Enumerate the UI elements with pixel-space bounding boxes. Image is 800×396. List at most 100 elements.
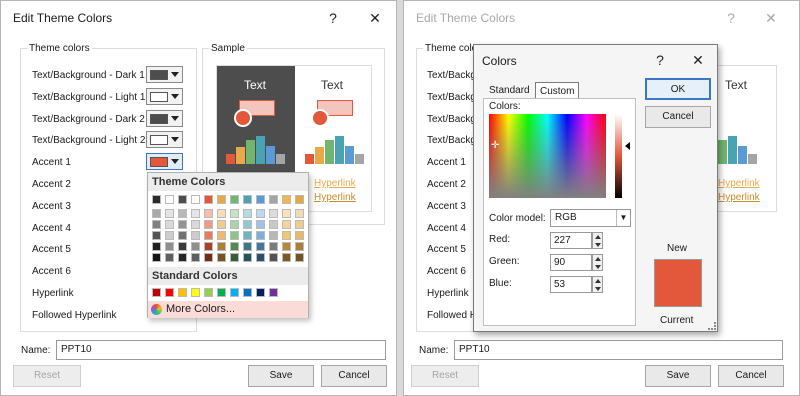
- color-picker-button[interactable]: [146, 131, 183, 148]
- theme-color-shade-cell[interactable]: [217, 231, 226, 240]
- theme-color-shade-cell[interactable]: [243, 220, 252, 229]
- theme-color-shade-cell[interactable]: [152, 242, 161, 251]
- theme-color-shade-cell[interactable]: [152, 209, 161, 218]
- standard-color-cell[interactable]: [217, 288, 226, 297]
- theme-color-shade-cell[interactable]: [269, 231, 278, 240]
- theme-color-shade-cell[interactable]: [269, 253, 278, 262]
- color-picker-button[interactable]: [146, 88, 183, 105]
- theme-color-cell[interactable]: [152, 195, 161, 204]
- cancel-button[interactable]: Cancel: [321, 365, 387, 387]
- close-button[interactable]: ✕: [759, 8, 783, 28]
- theme-color-shade-cell[interactable]: [295, 209, 304, 218]
- theme-color-shade-cell[interactable]: [178, 242, 187, 251]
- theme-color-shade-cell[interactable]: [282, 220, 291, 229]
- theme-color-shade-cell[interactable]: [230, 231, 239, 240]
- help-button[interactable]: ?: [321, 8, 345, 28]
- theme-color-shade-cell[interactable]: [204, 253, 213, 262]
- color-picker-button[interactable]: [146, 110, 183, 127]
- theme-color-shade-cell[interactable]: [217, 209, 226, 218]
- theme-color-shade-cell[interactable]: [295, 220, 304, 229]
- theme-color-shade-cell[interactable]: [282, 231, 291, 240]
- color-spectrum[interactable]: ✛: [489, 114, 606, 198]
- save-button[interactable]: Save: [645, 365, 711, 387]
- theme-color-shade-cell[interactable]: [204, 242, 213, 251]
- cancel-button[interactable]: Cancel: [718, 365, 784, 387]
- theme-color-cell[interactable]: [269, 195, 278, 204]
- spin-up-icon[interactable]: [595, 257, 601, 261]
- more-colors-item[interactable]: More Colors...: [148, 301, 308, 318]
- theme-color-shade-cell[interactable]: [282, 209, 291, 218]
- theme-color-shade-cell[interactable]: [230, 220, 239, 229]
- theme-color-cell[interactable]: [217, 195, 226, 204]
- resize-grip-icon[interactable]: [708, 322, 716, 330]
- theme-color-shade-cell[interactable]: [165, 220, 174, 229]
- theme-color-shade-cell[interactable]: [282, 242, 291, 251]
- spin-up-icon[interactable]: [595, 235, 601, 239]
- colors-cancel-button[interactable]: Cancel: [645, 106, 711, 128]
- theme-color-shade-cell[interactable]: [191, 209, 200, 218]
- theme-color-shade-cell[interactable]: [165, 242, 174, 251]
- standard-color-cell[interactable]: [165, 288, 174, 297]
- ok-button[interactable]: OK: [645, 78, 711, 100]
- theme-color-cell[interactable]: [295, 195, 304, 204]
- theme-color-shade-cell[interactable]: [217, 242, 226, 251]
- standard-color-cell[interactable]: [256, 288, 265, 297]
- standard-color-cell[interactable]: [191, 288, 200, 297]
- theme-color-cell[interactable]: [178, 195, 187, 204]
- theme-color-shade-cell[interactable]: [191, 231, 200, 240]
- save-button[interactable]: Save: [248, 365, 314, 387]
- theme-color-shade-cell[interactable]: [178, 231, 187, 240]
- close-button[interactable]: ✕: [686, 50, 710, 70]
- theme-color-shade-cell[interactable]: [230, 242, 239, 251]
- theme-color-shade-cell[interactable]: [282, 253, 291, 262]
- theme-color-shade-cell[interactable]: [178, 209, 187, 218]
- help-button[interactable]: ?: [648, 50, 672, 70]
- color-picker-button[interactable]: [146, 153, 183, 170]
- theme-color-cell[interactable]: [256, 195, 265, 204]
- theme-color-cell[interactable]: [165, 195, 174, 204]
- standard-color-cell[interactable]: [178, 288, 187, 297]
- theme-color-cell[interactable]: [230, 195, 239, 204]
- reset-button[interactable]: Reset: [13, 365, 81, 387]
- spin-down-icon[interactable]: [595, 243, 601, 247]
- theme-color-shade-cell[interactable]: [269, 220, 278, 229]
- color-picker-button[interactable]: [146, 66, 183, 83]
- theme-color-shade-cell[interactable]: [295, 231, 304, 240]
- spin-down-icon[interactable]: [595, 265, 601, 269]
- theme-color-cell[interactable]: [191, 195, 200, 204]
- theme-color-shade-cell[interactable]: [191, 242, 200, 251]
- standard-color-cell[interactable]: [243, 288, 252, 297]
- theme-color-shade-cell[interactable]: [230, 209, 239, 218]
- standard-color-cell[interactable]: [230, 288, 239, 297]
- standard-color-cell[interactable]: [269, 288, 278, 297]
- theme-color-cell[interactable]: [243, 195, 252, 204]
- theme-color-shade-cell[interactable]: [256, 253, 265, 262]
- name-input[interactable]: PPT10: [454, 340, 783, 360]
- green-input[interactable]: 90: [550, 254, 592, 271]
- theme-color-cell[interactable]: [204, 195, 213, 204]
- standard-color-cell[interactable]: [204, 288, 213, 297]
- luminance-arrow-icon[interactable]: [625, 142, 630, 150]
- theme-color-shade-cell[interactable]: [165, 209, 174, 218]
- theme-color-shade-cell[interactable]: [269, 242, 278, 251]
- red-input[interactable]: 227: [550, 232, 592, 249]
- theme-color-shade-cell[interactable]: [243, 242, 252, 251]
- tab-custom[interactable]: Custom: [535, 82, 580, 99]
- help-button[interactable]: ?: [719, 8, 743, 28]
- theme-color-shade-cell[interactable]: [204, 220, 213, 229]
- theme-color-shade-cell[interactable]: [217, 253, 226, 262]
- theme-color-shade-cell[interactable]: [243, 209, 252, 218]
- luminance-slider[interactable]: [615, 114, 622, 198]
- color-model-select[interactable]: RGB ▼: [550, 209, 631, 227]
- reset-button[interactable]: Reset: [411, 365, 479, 387]
- theme-color-shade-cell[interactable]: [230, 253, 239, 262]
- theme-color-shade-cell[interactable]: [256, 209, 265, 218]
- theme-color-cell[interactable]: [282, 195, 291, 204]
- theme-color-shade-cell[interactable]: [256, 242, 265, 251]
- theme-color-shade-cell[interactable]: [269, 209, 278, 218]
- theme-color-shade-cell[interactable]: [152, 220, 161, 229]
- theme-color-shade-cell[interactable]: [243, 253, 252, 262]
- theme-color-shade-cell[interactable]: [295, 242, 304, 251]
- theme-color-shade-cell[interactable]: [204, 209, 213, 218]
- standard-color-cell[interactable]: [152, 288, 161, 297]
